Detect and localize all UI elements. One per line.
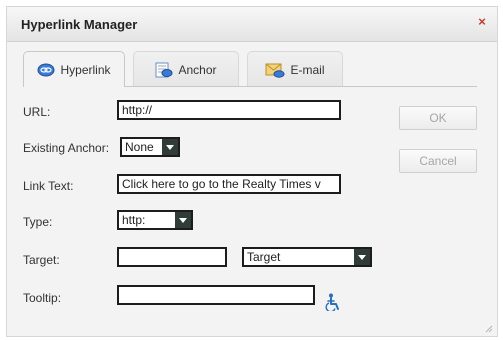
ok-button[interactable]: OK [399,106,477,130]
tooltip-input[interactable] [117,285,315,305]
accessibility-icon[interactable] [325,293,341,313]
cancel-button[interactable]: Cancel [399,149,477,173]
dialog-title: Hyperlink Manager [21,17,138,32]
chevron-down-icon [162,139,178,155]
email-icon [265,62,285,78]
target-select-value: Target [247,250,281,264]
dialog-titlebar[interactable]: Hyperlink Manager × [7,7,497,42]
tooltip-label: Tooltip: [23,291,62,305]
url-label: URL: [23,105,51,119]
link-text-input[interactable]: Click here to go to the Realty Times v [117,174,341,194]
tab-label: Anchor [178,62,217,77]
tab-label: E-mail [290,62,325,77]
target-input[interactable] [117,247,227,267]
type-select[interactable]: http: [117,210,193,230]
anchor-icon [155,62,173,78]
close-icon[interactable]: × [475,15,489,29]
resize-grip-icon[interactable] [483,322,493,333]
target-label: Target: [23,253,60,267]
existing-anchor-label: Existing Anchor: [23,141,110,155]
type-label: Type: [23,215,53,229]
target-select[interactable]: Target [242,247,372,267]
tab-label: Hyperlink [60,62,111,77]
link-text-label: Link Text: [23,179,74,193]
tab-hyperlink[interactable]: Hyperlink [23,51,125,87]
existing-anchor-select[interactable]: None [120,137,180,157]
existing-anchor-value: None [125,140,154,154]
type-value: http: [122,213,146,227]
hyperlink-icon [37,63,55,77]
chevron-down-icon [354,249,370,265]
chevron-down-icon [175,212,191,228]
hyperlink-manager-dialog: Hyperlink Manager × Hyperlink Anchor E-m… [6,6,498,337]
url-input[interactable]: http:// [117,100,341,120]
tab-anchor[interactable]: Anchor [133,51,239,87]
tab-email[interactable]: E-mail [247,51,343,87]
